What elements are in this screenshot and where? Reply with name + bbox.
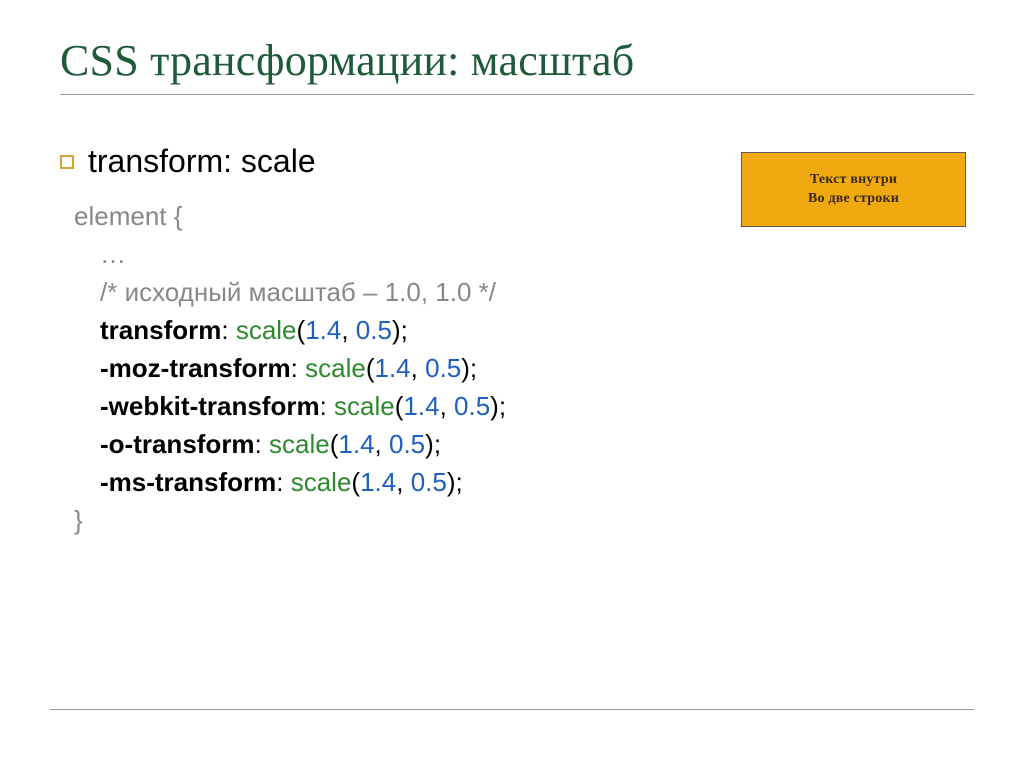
code-paren-open: ( <box>366 353 375 383</box>
title-divider <box>60 94 974 95</box>
code-func: scale <box>291 467 352 497</box>
code-line: -webkit-transform: scale(1.4, 0.5); <box>100 388 974 426</box>
code-prop-name: -moz-transform <box>100 353 291 383</box>
code-prop-name: transform <box>100 315 221 345</box>
bullet-text: transform: scale <box>88 143 316 180</box>
code-comma: , <box>396 467 410 497</box>
slide: CSS трансформации: масштаб transform: sc… <box>0 0 1024 768</box>
code-prop-name: -o-transform <box>100 429 255 459</box>
code-comment: /* исходный масштаб – 1.0, 1.0 */ <box>100 274 974 312</box>
code-func: scale <box>305 353 366 383</box>
code-line: -moz-transform: scale(1.4, 0.5); <box>100 350 974 388</box>
code-arg-b: 0.5 <box>356 315 392 345</box>
code-block: element { … /* исходный масштаб – 1.0, 1… <box>74 198 974 540</box>
code-arg-b: 0.5 <box>454 391 490 421</box>
code-colon: : <box>291 353 305 383</box>
code-close: } <box>74 502 974 540</box>
code-line: -ms-transform: scale(1.4, 0.5); <box>100 464 974 502</box>
square-bullet-icon <box>60 155 74 169</box>
code-func: scale <box>236 315 297 345</box>
code-colon: : <box>221 315 235 345</box>
code-arg-a: 1.4 <box>305 315 341 345</box>
demo-line-1: Текст внутри <box>810 171 897 190</box>
code-paren-close: ); <box>461 353 477 383</box>
code-line: -o-transform: scale(1.4, 0.5); <box>100 426 974 464</box>
code-arg-b: 0.5 <box>425 353 461 383</box>
code-func: scale <box>269 429 330 459</box>
code-arg-b: 0.5 <box>411 467 447 497</box>
code-colon: : <box>276 467 290 497</box>
code-paren-close: ); <box>490 391 506 421</box>
code-func: scale <box>334 391 395 421</box>
code-arg-b: 0.5 <box>389 429 425 459</box>
code-arg-a: 1.4 <box>338 429 374 459</box>
demo-line-2: Во две строки <box>808 190 899 209</box>
code-arg-a: 1.4 <box>403 391 439 421</box>
code-comma: , <box>375 429 389 459</box>
code-paren-close: ); <box>447 467 463 497</box>
code-line: transform: scale(1.4, 0.5); <box>100 312 974 350</box>
code-prop-name: -ms-transform <box>100 467 276 497</box>
code-ellipsis: … <box>100 236 974 274</box>
code-comma: , <box>411 353 425 383</box>
code-prop-name: -webkit-transform <box>100 391 320 421</box>
code-arg-a: 1.4 <box>375 353 411 383</box>
code-paren-open: ( <box>297 315 306 345</box>
code-paren-open: ( <box>351 467 360 497</box>
code-colon: : <box>320 391 334 421</box>
code-paren-close: ); <box>392 315 408 345</box>
code-comma: , <box>440 391 454 421</box>
demo-box: Текст внутри Во две строки <box>741 152 966 227</box>
code-comma: , <box>341 315 355 345</box>
slide-title: CSS трансформации: масштаб <box>60 35 974 86</box>
code-paren-close: ); <box>425 429 441 459</box>
code-colon: : <box>255 429 269 459</box>
code-arg-a: 1.4 <box>360 467 396 497</box>
bottom-divider <box>50 709 974 710</box>
